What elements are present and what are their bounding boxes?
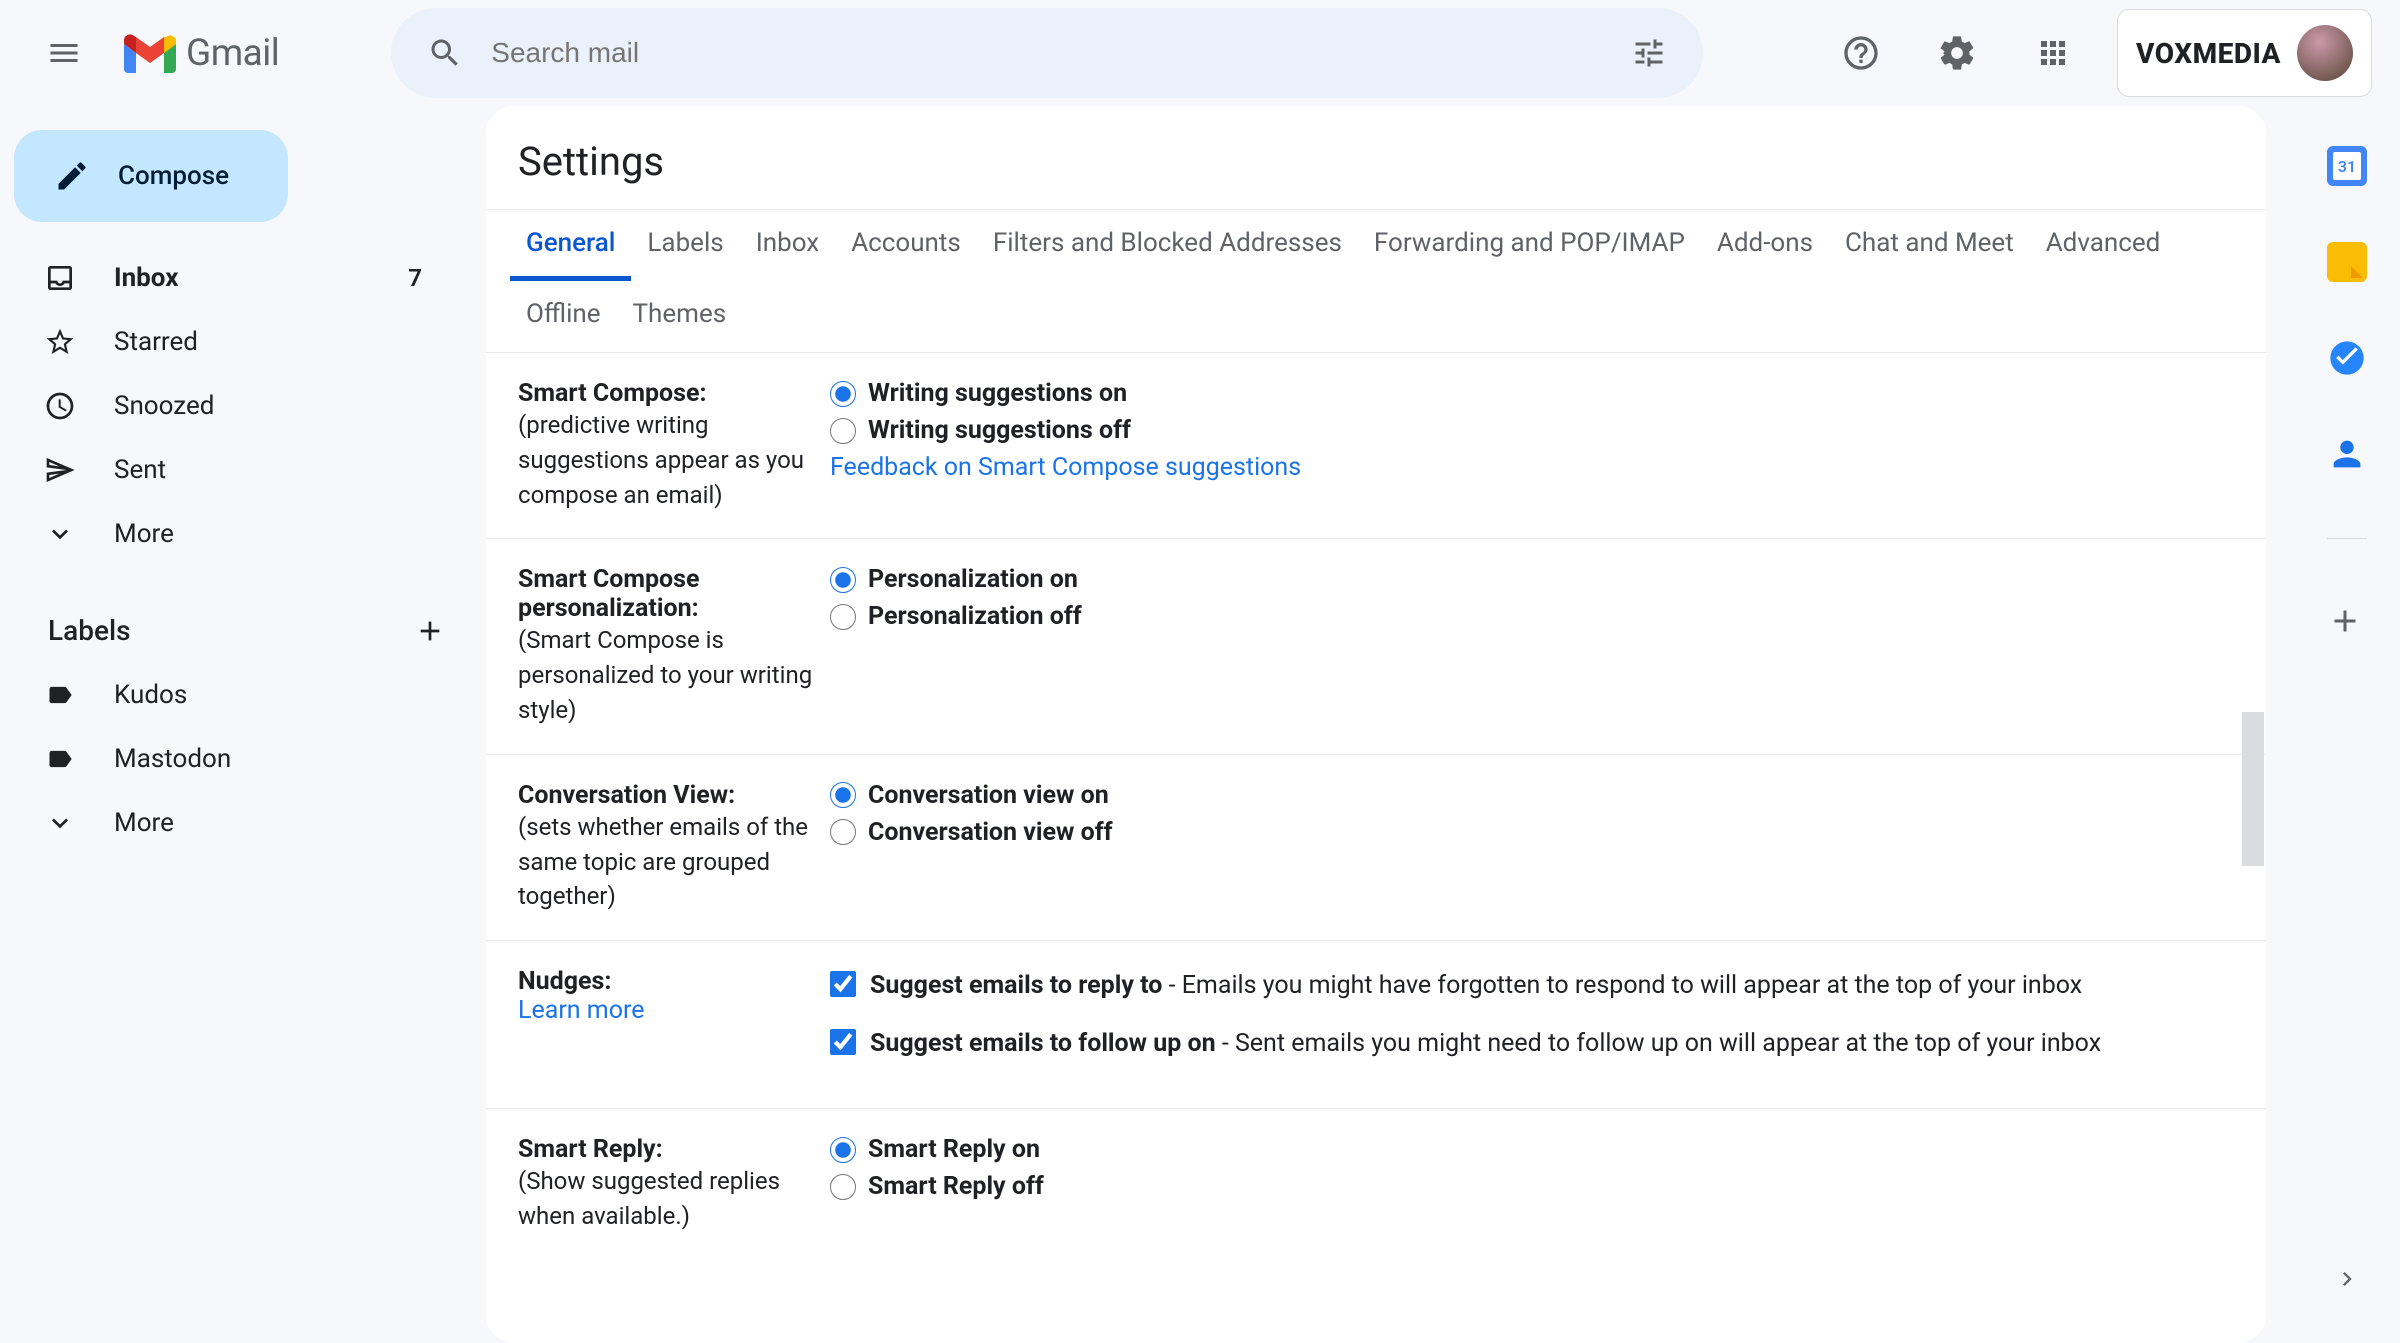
labels-heading: Labels bbox=[48, 614, 131, 647]
setting-nudges: Nudges: Learn more Suggest emails to rep… bbox=[486, 941, 2266, 1109]
support-button[interactable] bbox=[1829, 21, 1893, 85]
avatar[interactable] bbox=[2297, 25, 2353, 81]
settings-button[interactable] bbox=[1925, 21, 1989, 85]
sidebar-item-sent[interactable]: Sent bbox=[0, 438, 462, 502]
help-icon bbox=[1841, 33, 1881, 73]
sidebar-item-starred[interactable]: Starred bbox=[0, 310, 462, 374]
search-icon[interactable] bbox=[415, 23, 475, 83]
setting-conversation-view: Conversation View: (sets whether emails … bbox=[486, 755, 2266, 941]
apps-grid-icon bbox=[2035, 35, 2071, 71]
tab-offline[interactable]: Offline bbox=[510, 281, 617, 352]
scrollbar-thumb[interactable] bbox=[2242, 712, 2264, 866]
tab-addons[interactable]: Add-ons bbox=[1701, 210, 1829, 281]
nudge-followup-checkbox[interactable] bbox=[830, 1029, 856, 1055]
compose-label: Compose bbox=[118, 161, 229, 191]
brand-text: VOXMEDIA bbox=[2136, 37, 2281, 70]
contacts-addon[interactable] bbox=[2327, 434, 2367, 474]
tab-forwarding[interactable]: Forwarding and POP/IMAP bbox=[1358, 210, 1701, 281]
personalization-on-radio[interactable] bbox=[830, 567, 856, 593]
settings-tabs: General Labels Inbox Accounts Filters an… bbox=[486, 209, 2266, 353]
tasks-addon[interactable] bbox=[2327, 338, 2367, 378]
plus-icon bbox=[2327, 603, 2363, 639]
smart-reply-on-radio[interactable] bbox=[830, 1137, 856, 1163]
sidebar-item-inbox[interactable]: Inbox 7 bbox=[0, 246, 462, 310]
tab-themes[interactable]: Themes bbox=[617, 281, 743, 352]
writing-suggestions-on-radio[interactable] bbox=[830, 381, 856, 407]
clock-icon bbox=[42, 390, 78, 422]
header: Gmail VOXMEDIA bbox=[0, 0, 2400, 106]
inbox-count: 7 bbox=[408, 264, 422, 292]
chevron-right-icon bbox=[2333, 1265, 2361, 1293]
pencil-icon bbox=[54, 158, 90, 194]
side-panel: 31 bbox=[2294, 106, 2400, 1343]
setting-smart-reply: Smart Reply: (Show suggested replies whe… bbox=[486, 1109, 2266, 1260]
settings-panel: Settings General Labels Inbox Accounts F… bbox=[486, 106, 2266, 1343]
calendar-addon[interactable]: 31 bbox=[2327, 146, 2367, 186]
tab-labels[interactable]: Labels bbox=[631, 210, 739, 281]
nudges-learn-more-link[interactable]: Learn more bbox=[518, 996, 830, 1025]
sidebar-item-snoozed[interactable]: Snoozed bbox=[0, 374, 462, 438]
label-icon bbox=[42, 745, 78, 773]
main: Compose Inbox 7 Starred Snoozed Sent Mor… bbox=[0, 106, 2400, 1343]
rail-divider bbox=[2327, 538, 2367, 539]
sidebar-item-more[interactable]: More bbox=[0, 502, 462, 566]
search-options-button[interactable] bbox=[1619, 23, 1679, 83]
gmail-icon bbox=[124, 33, 176, 73]
nudge-reply-checkbox[interactable] bbox=[830, 971, 856, 997]
conversation-off-radio[interactable] bbox=[830, 819, 856, 845]
label-icon bbox=[42, 681, 78, 709]
search-bar[interactable] bbox=[391, 8, 1703, 98]
keep-addon[interactable] bbox=[2327, 242, 2367, 282]
settings-title: Settings bbox=[486, 106, 2266, 209]
tab-advanced[interactable]: Advanced bbox=[2030, 210, 2177, 281]
header-actions: VOXMEDIA bbox=[1829, 9, 2372, 97]
apps-button[interactable] bbox=[2021, 21, 2085, 85]
account-brand[interactable]: VOXMEDIA bbox=[2117, 9, 2372, 97]
tab-general[interactable]: General bbox=[510, 210, 631, 281]
compose-button[interactable]: Compose bbox=[14, 130, 288, 222]
collapse-side-panel-button[interactable] bbox=[2323, 1255, 2371, 1303]
get-addons-button[interactable] bbox=[2327, 603, 2367, 643]
gear-icon bbox=[1937, 33, 1977, 73]
tab-chat[interactable]: Chat and Meet bbox=[1829, 210, 2030, 281]
main-menu-button[interactable] bbox=[28, 17, 100, 89]
smart-reply-off-radio[interactable] bbox=[830, 1174, 856, 1200]
tune-icon bbox=[1631, 35, 1667, 71]
setting-personalization: Smart Compose personalization: (Smart Co… bbox=[486, 539, 2266, 754]
inbox-icon bbox=[42, 262, 78, 294]
star-icon bbox=[42, 326, 78, 358]
add-label-button[interactable] bbox=[414, 615, 446, 647]
content: Settings General Labels Inbox Accounts F… bbox=[486, 106, 2400, 1343]
writing-suggestions-off-radio[interactable] bbox=[830, 418, 856, 444]
gmail-logo[interactable]: Gmail bbox=[124, 32, 279, 75]
label-item-mastodon[interactable]: Mastodon bbox=[0, 727, 462, 791]
tab-inbox[interactable]: Inbox bbox=[740, 210, 836, 281]
send-icon bbox=[42, 454, 78, 486]
chevron-down-icon bbox=[42, 807, 78, 839]
chevron-down-icon bbox=[42, 518, 78, 550]
settings-body: Smart Compose: (predictive writing sugge… bbox=[486, 353, 2266, 1340]
label-item-more[interactable]: More bbox=[0, 791, 462, 855]
plus-icon bbox=[414, 615, 446, 647]
setting-smart-compose: Smart Compose: (predictive writing sugge… bbox=[486, 353, 2266, 539]
gmail-logo-text: Gmail bbox=[186, 32, 279, 75]
personalization-off-radio[interactable] bbox=[830, 604, 856, 630]
smart-compose-feedback-link[interactable]: Feedback on Smart Compose suggestions bbox=[830, 453, 2210, 482]
hamburger-icon bbox=[46, 35, 82, 71]
labels-section: Labels Kudos Mastodon More bbox=[0, 614, 486, 855]
conversation-on-radio[interactable] bbox=[830, 782, 856, 808]
tab-filters[interactable]: Filters and Blocked Addresses bbox=[977, 210, 1358, 281]
search-input[interactable] bbox=[491, 37, 1619, 69]
label-item-kudos[interactable]: Kudos bbox=[0, 663, 462, 727]
tab-accounts[interactable]: Accounts bbox=[835, 210, 977, 281]
sidebar: Compose Inbox 7 Starred Snoozed Sent Mor… bbox=[0, 106, 486, 1343]
